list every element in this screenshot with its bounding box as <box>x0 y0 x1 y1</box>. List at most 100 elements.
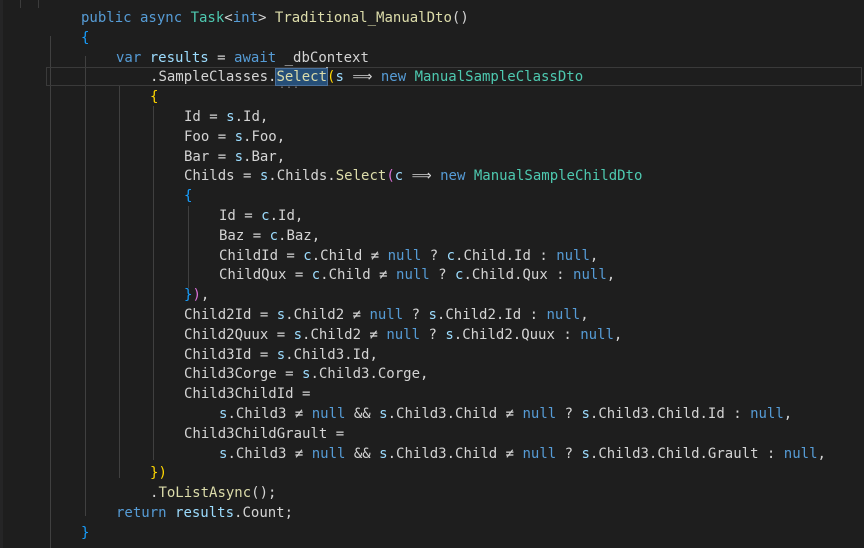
code-token: c <box>446 247 456 264</box>
code-token: ChildQux = <box>219 267 312 284</box>
code-line[interactable]: Baz = c.Baz, <box>219 226 320 246</box>
code-token: ? <box>403 307 429 323</box>
code-line[interactable]: Bar = s.Bar, <box>184 147 285 167</box>
code-token: ) <box>192 287 201 304</box>
code-token: .Child3.Child ≠ <box>387 406 523 422</box>
code-token: Child3ChildId = <box>184 386 311 403</box>
code-token: s <box>428 307 437 323</box>
code-token: && <box>345 406 380 422</box>
code-token: Child3Corge = <box>184 366 303 383</box>
code-token: Baz = <box>219 227 270 244</box>
code-token: .Child3.Child ≠ <box>387 445 523 462</box>
code-token: ) <box>158 465 167 482</box>
code-line[interactable]: { <box>81 28 89 48</box>
code-token: ? <box>556 445 582 462</box>
code-token: c <box>394 168 404 185</box>
code-token: ⟹ <box>403 168 441 185</box>
code-line[interactable]: var results = await _dbContext <box>116 48 369 68</box>
code-line[interactable]: return results.Count; <box>116 503 293 523</box>
code-token: return <box>116 505 176 521</box>
code-token: Bar = <box>184 148 235 165</box>
code-token: .Child3.Child.Grault : <box>589 445 784 462</box>
code-line[interactable]: { <box>150 87 158 107</box>
code-line[interactable]: } <box>81 523 89 543</box>
code-token: new <box>440 168 474 185</box>
code-token: , <box>580 307 589 323</box>
code-token: var <box>116 49 150 66</box>
code-editor[interactable]: public async Task<int> Traditional_Manua… <box>0 0 864 548</box>
code-token: null <box>311 406 346 422</box>
indent-guide <box>153 106 154 460</box>
code-token: s <box>379 445 388 462</box>
code-line[interactable]: s.Child3 ≠ null && s.Child3.Child ≠ null… <box>219 404 792 424</box>
code-line[interactable]: Foo = s.Foo, <box>184 127 285 147</box>
code-line[interactable]: Child3ChildGrault = <box>184 424 344 444</box>
code-token: () <box>451 10 469 26</box>
code-token: .Child3 ≠ <box>227 406 312 422</box>
code-token: s <box>379 406 388 422</box>
code-token: null <box>522 406 557 422</box>
code-line[interactable]: }) <box>150 463 167 483</box>
code-token: results <box>175 505 235 521</box>
code-token: .Child3.Id, <box>285 346 378 363</box>
code-line[interactable]: .SampleClasses.Select(s ⟹ new ManualSamp… <box>150 67 583 87</box>
code-token: s <box>276 307 286 323</box>
code-line[interactable]: { <box>184 186 192 206</box>
code-token: public async <box>81 10 191 26</box>
code-token: , <box>606 267 616 284</box>
code-line[interactable]: ChildId = c.Child ≠ null ? c.Child.Id : … <box>219 246 598 266</box>
code-token: .Baz, <box>278 227 321 244</box>
code-token: .Child.Id : <box>455 247 557 264</box>
code-token: .Count; <box>234 505 294 521</box>
code-token: , <box>817 445 826 462</box>
code-token: null <box>311 445 346 462</box>
code-line[interactable]: Child3Corge = s.Child3.Corge, <box>184 364 428 384</box>
code-line[interactable]: Id = c.Id, <box>219 206 303 226</box>
code-token: ManualSampleChildDto <box>473 168 643 185</box>
code-token: .Child.Qux : <box>463 267 574 284</box>
code-token: .Child ≠ <box>311 247 388 264</box>
code-line[interactable]: Child3Id = s.Child3.Id, <box>184 345 378 365</box>
code-token: } <box>81 524 90 541</box>
code-line[interactable]: Id = s.Id, <box>184 107 268 127</box>
code-token: int <box>232 10 259 26</box>
code-line[interactable]: s.Child3 ≠ null && s.Child3.Child ≠ null… <box>219 444 826 464</box>
code-token: s <box>276 346 286 363</box>
code-line[interactable]: Child2Quux = s.Child2 ≠ null ? s.Child2.… <box>184 325 622 345</box>
fold-guide <box>20 0 21 8</box>
code-token: s <box>445 326 454 343</box>
code-token: null <box>396 267 430 284</box>
code-line[interactable]: .ToListAsync(); <box>150 483 276 503</box>
code-line[interactable]: public async Task<int> Traditional_Manua… <box>81 8 469 28</box>
code-line[interactable]: Childs = s.Childs.Select(c ⟹ new ManualS… <box>184 166 642 186</box>
code-token: > <box>258 10 275 26</box>
code-token: null <box>387 247 422 264</box>
code-token: null <box>522 445 557 462</box>
code-token: ? <box>421 247 447 264</box>
code-token: { <box>150 89 159 106</box>
code-token: c <box>269 227 279 244</box>
code-token: null <box>369 307 404 323</box>
code-token: Childs = <box>184 168 260 185</box>
code-token: ( <box>386 168 395 185</box>
indent-guide <box>50 36 51 548</box>
code-token: , <box>783 406 793 422</box>
code-token: = <box>208 49 235 66</box>
code-line[interactable]: ChildQux = c.Child ≠ null ? c.Child.Qux … <box>219 265 615 285</box>
code-token: s <box>234 148 244 165</box>
code-token: , <box>589 247 599 264</box>
code-token: ? <box>420 326 446 343</box>
code-token: Child2Id = <box>184 307 277 323</box>
code-token: , <box>613 326 623 343</box>
code-token: ⟹ <box>343 69 381 86</box>
code-token: ? <box>556 406 582 422</box>
code-token: s <box>293 326 303 343</box>
code-token: Traditional_ManualDto <box>274 10 452 26</box>
code-token: .Foo, <box>243 128 286 145</box>
code-token: .Child3 ≠ <box>227 445 312 462</box>
code-line[interactable]: Child3ChildId = <box>184 384 310 404</box>
code-token: ChildId = <box>219 247 304 264</box>
code-line[interactable]: Child2Id = s.Child2 ≠ null ? s.Child2.Id… <box>184 305 589 325</box>
code-line[interactable]: }), <box>184 285 209 305</box>
code-token: null <box>573 267 607 284</box>
